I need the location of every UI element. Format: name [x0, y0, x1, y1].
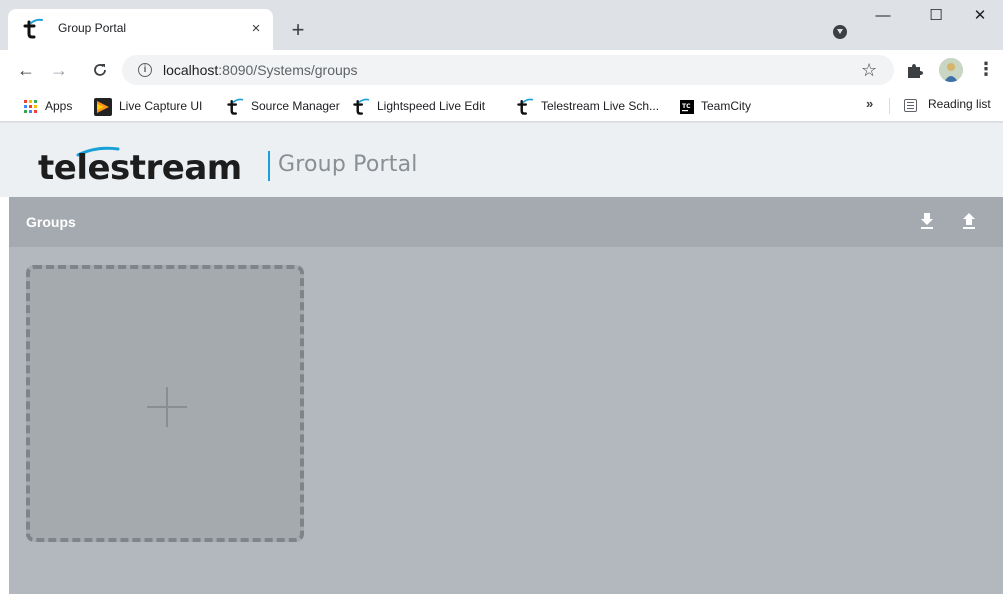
bookmark-label: Lightspeed Live Edit [377, 99, 486, 113]
bookmark-label: Source Manager [251, 99, 340, 113]
upload-icon[interactable] [961, 211, 977, 231]
telestream-icon [353, 98, 370, 115]
site-info-icon[interactable]: i [138, 63, 152, 77]
reload-icon [94, 64, 106, 76]
bookmarks-overflow-chevron[interactable]: » [866, 96, 873, 111]
bookmark-live-capture-ui[interactable]: Live Capture UI [94, 96, 202, 116]
bookmark-lightspeed-live-edit[interactable]: Lightspeed Live Edit [352, 96, 485, 116]
profile-avatar[interactable] [939, 58, 963, 82]
bookmark-teamcity[interactable]: TC TeamCity [680, 96, 751, 116]
tab-close-icon[interactable]: × [247, 20, 265, 38]
bookmark-source-manager[interactable]: Source Manager [226, 96, 340, 116]
reading-list-icon[interactable] [904, 99, 917, 112]
telestream-icon [227, 98, 244, 115]
new-tab-button[interactable]: + [284, 17, 312, 45]
bookmark-label: TeamCity [701, 99, 752, 113]
window-close-button[interactable]: ✕ [957, 2, 1003, 30]
plus-icon [147, 387, 187, 427]
bookmarks-divider [889, 98, 890, 114]
apps-grid-icon [24, 100, 37, 114]
forward-button[interactable]: → [45, 56, 73, 84]
url-text[interactable]: localhost:8090/Systems/groups [163, 62, 358, 78]
groups-title: Groups [26, 214, 76, 230]
bookmark-apps[interactable]: Apps [24, 96, 72, 116]
browser-tab-group-portal[interactable]: Group Portal × [8, 9, 273, 50]
back-button[interactable]: ← [12, 56, 40, 84]
add-group-tile[interactable] [26, 265, 304, 542]
portal-title: Group Portal [278, 152, 418, 177]
live-capture-icon [94, 97, 112, 116]
groups-content-area [9, 247, 1003, 594]
window-minimize-button[interactable]: — [860, 2, 906, 30]
bookmarks-bar: Apps Live Capture UI Source Manager Ligh… [0, 90, 1003, 122]
browser-toolbar: ← → i localhost:8090/Systems/groups ☆ [0, 50, 1003, 90]
tab-title: Group Portal [58, 21, 127, 35]
tab-search-icon[interactable] [833, 25, 847, 39]
extensions-puzzle-icon[interactable] [904, 60, 924, 80]
reload-button[interactable] [86, 56, 114, 84]
teamcity-icon: TC [680, 99, 694, 114]
telestream-icon [517, 98, 534, 115]
brand-header: telestream Group Portal [0, 123, 1003, 197]
url-path: :8090/Systems/groups [218, 62, 358, 78]
address-bar[interactable]: i localhost:8090/Systems/groups ☆ [122, 55, 894, 85]
url-host: localhost [163, 62, 219, 78]
svg-text:TC: TC [682, 103, 691, 110]
bookmark-star-icon[interactable]: ☆ [861, 60, 877, 81]
bookmark-telestream-live-sch[interactable]: Telestream Live Sch... [516, 96, 659, 116]
bookmark-label: Telestream Live Sch... [541, 99, 660, 113]
download-icon[interactable] [919, 211, 935, 231]
brand-divider [268, 151, 270, 181]
avatar-image [939, 58, 963, 82]
browser-menu-icon[interactable]: ⋮ [976, 58, 996, 82]
window-maximize-button[interactable]: ☐ [913, 2, 959, 30]
telestream-logo: telestream [38, 146, 242, 188]
groups-header-bar: Groups [9, 197, 1003, 247]
bookmark-label: Live Capture UI [119, 99, 203, 113]
bookmark-label: Apps [45, 99, 73, 113]
telestream-favicon-icon [23, 18, 43, 39]
reading-list-label[interactable]: Reading list [928, 97, 991, 111]
page-viewport: telestream Group Portal Groups [0, 123, 1003, 594]
tab-strip: Group Portal × + — ☐ ✕ [0, 0, 1003, 50]
logo-wordmark: telestream [38, 148, 242, 188]
